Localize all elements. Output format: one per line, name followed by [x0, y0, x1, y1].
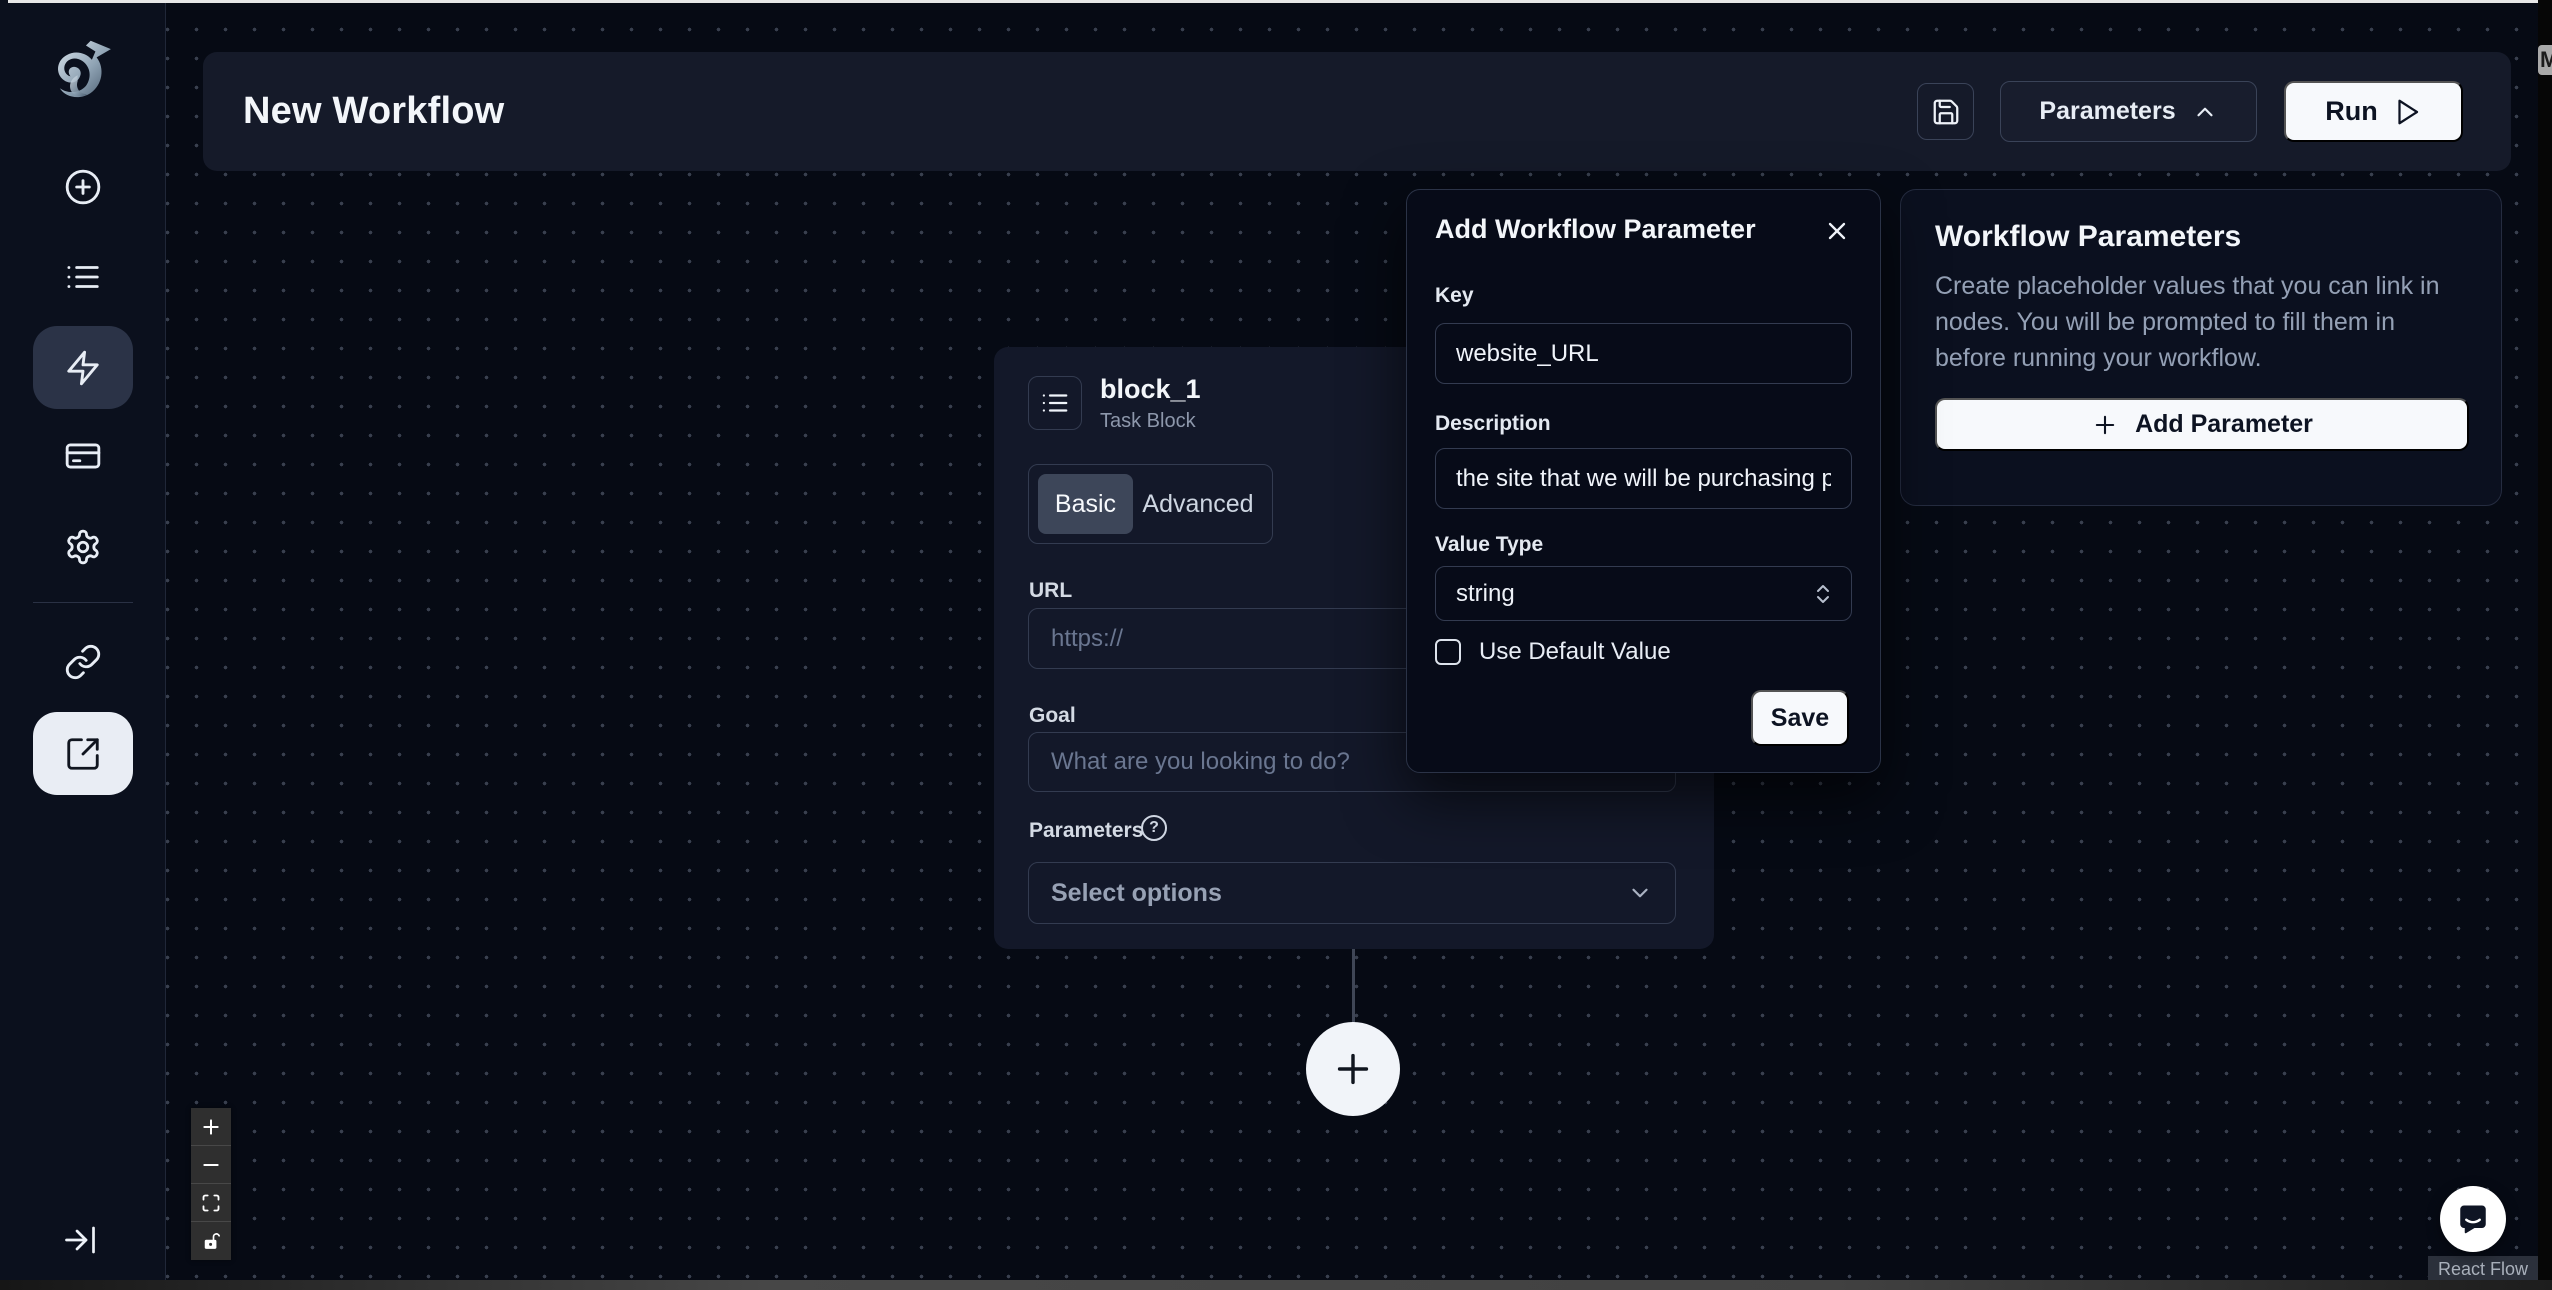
modal-save-button[interactable]: Save	[1751, 690, 1849, 746]
sidebar-item-settings[interactable]	[33, 513, 133, 581]
zap-icon	[64, 349, 102, 387]
plus-icon	[2091, 411, 2119, 439]
url-label: URL	[1029, 579, 1072, 603]
use-default-label: Use Default Value	[1479, 638, 1671, 666]
sidebar-item-integrations[interactable]	[33, 628, 133, 696]
key-input[interactable]	[1435, 323, 1852, 384]
close-icon	[1823, 217, 1851, 245]
workflow-header: New Workflow Parameters Run	[203, 52, 2511, 171]
parameters-select-placeholder: Select options	[1051, 879, 1222, 908]
sidebar-item-external[interactable]	[33, 712, 133, 795]
zoom-out-button[interactable]	[191, 1146, 231, 1184]
description-label: Description	[1435, 412, 1551, 436]
sidebar-divider	[33, 602, 133, 603]
tab-advanced[interactable]: Advanced	[1133, 474, 1263, 534]
sidebar-item-workflows[interactable]	[33, 326, 133, 409]
use-default-checkbox[interactable]	[1435, 639, 1461, 665]
sidebar-expand-button[interactable]	[55, 1218, 105, 1262]
fit-view-button[interactable]	[191, 1184, 231, 1222]
chevron-up-icon	[2192, 99, 2218, 125]
use-default-row: Use Default Value	[1435, 638, 1671, 666]
zoom-in-button[interactable]	[191, 1108, 231, 1146]
panel-description: Create placeholder values that you can l…	[1935, 268, 2467, 376]
chat-launcher-button[interactable]	[2440, 1186, 2506, 1252]
value-type-value: string	[1456, 580, 1515, 608]
credit-card-icon	[64, 437, 102, 475]
key-label: Key	[1435, 284, 1474, 308]
panel-title: Workflow Parameters	[1935, 220, 2467, 254]
add-parameter-button[interactable]: Add Parameter	[1935, 398, 2469, 451]
collapse-arrow-icon	[62, 1222, 98, 1258]
chat-bubble-icon	[2455, 1201, 2491, 1237]
modal-title: Add Workflow Parameter	[1435, 214, 1756, 245]
chevrons-up-down-icon	[1811, 582, 1835, 606]
plus-circle-icon	[64, 168, 102, 206]
close-button[interactable]	[1820, 214, 1854, 248]
edge-fragment: M	[2538, 45, 2552, 75]
task-block-title: block_1	[1100, 374, 1201, 405]
add-parameter-label: Add Parameter	[2135, 410, 2313, 439]
window-top-edge	[8, 0, 2538, 3]
zoom-in-icon	[201, 1117, 221, 1137]
zoom-out-icon	[201, 1155, 221, 1175]
list-icon	[64, 258, 102, 296]
parameters-button-label: Parameters	[2039, 97, 2175, 126]
play-icon	[2392, 97, 2422, 127]
task-block-subtitle: Task Block	[1100, 410, 1196, 433]
settings-icon	[64, 528, 102, 566]
app-root: New Workflow Parameters Run block_1 Task…	[0, 0, 2552, 1290]
tab-basic[interactable]: Basic	[1038, 474, 1133, 534]
parameters-label: Parameters	[1029, 819, 1143, 843]
page-title: New Workflow	[243, 52, 504, 171]
run-button[interactable]: Run	[2284, 81, 2463, 142]
skyvern-logo	[42, 34, 118, 114]
sidebar-item-runs[interactable]	[33, 243, 133, 311]
save-button[interactable]	[1917, 83, 1974, 140]
description-input[interactable]	[1435, 448, 1852, 509]
lock-open-icon	[201, 1231, 221, 1251]
edge-connector	[1352, 949, 1355, 1023]
value-type-label: Value Type	[1435, 533, 1543, 557]
parameters-toggle-button[interactable]: Parameters	[2000, 81, 2257, 142]
save-icon	[1931, 97, 1961, 127]
task-block-icon-box	[1028, 376, 1082, 430]
task-block-tabs: Basic Advanced	[1028, 464, 1273, 544]
add-parameter-modal: Add Workflow Parameter Key Description V…	[1406, 189, 1881, 773]
goal-label: Goal	[1029, 704, 1076, 728]
chevron-down-icon	[1627, 880, 1653, 906]
sidebar-item-create[interactable]	[33, 153, 133, 221]
window-right-edge	[2538, 0, 2552, 1290]
sidebar-item-billing[interactable]	[33, 422, 133, 490]
external-link-icon	[64, 735, 102, 773]
help-icon[interactable]: ?	[1141, 815, 1167, 841]
run-button-label: Run	[2325, 96, 2377, 127]
sidebar	[0, 0, 166, 1280]
list-icon	[1040, 388, 1070, 418]
parameters-select[interactable]: Select options	[1028, 862, 1676, 924]
canvas-controls	[191, 1108, 231, 1260]
link-icon	[64, 643, 102, 681]
plus-icon	[1330, 1046, 1376, 1092]
lock-button[interactable]	[191, 1222, 231, 1260]
window-bottom-edge	[0, 1280, 2552, 1290]
value-type-select[interactable]: string	[1435, 566, 1852, 621]
fit-view-icon	[201, 1193, 221, 1213]
workflow-parameters-panel: Workflow Parameters Create placeholder v…	[1900, 189, 2502, 506]
add-node-button[interactable]	[1306, 1022, 1400, 1116]
